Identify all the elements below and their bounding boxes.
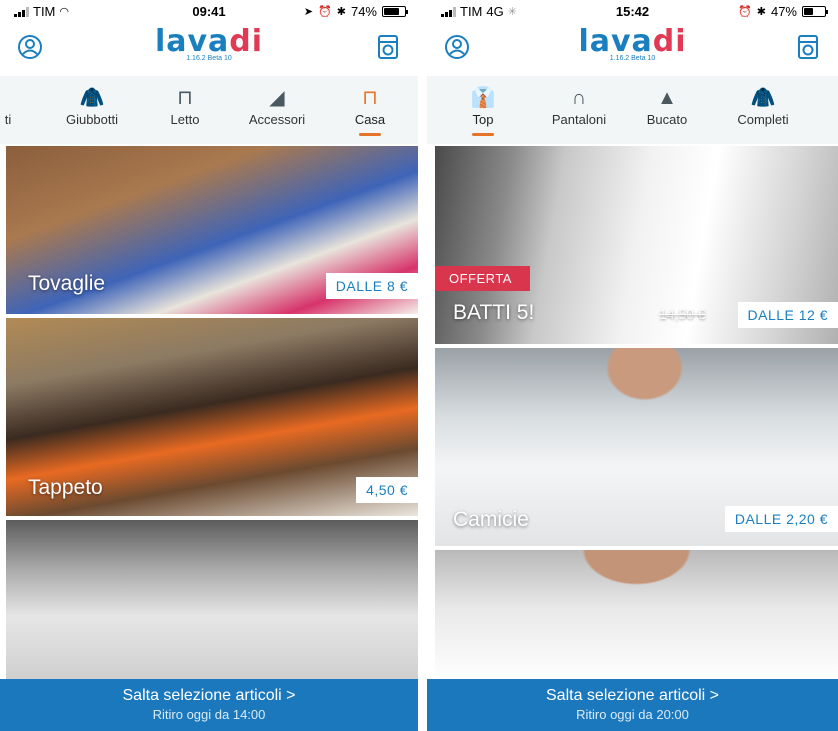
tab-label: ti (4, 112, 12, 127)
card-price: 4,50 € (356, 477, 418, 503)
tab-completi[interactable]: 🧥 Completi (725, 84, 801, 127)
app-version: 1.16.2 Beta 10 (186, 55, 232, 62)
skip-selection-button[interactable]: Salta selezione articoli > Ritiro oggi d… (427, 679, 838, 731)
battery-icon (802, 6, 828, 17)
shirt-icon: 👔 (470, 87, 496, 109)
tab-label: Giubbotti (65, 112, 119, 127)
active-tab-indicator (359, 133, 381, 136)
skip-selection-button[interactable]: Salta selezione articoli > Ritiro oggi d… (0, 679, 418, 731)
card-title: Camicie (453, 508, 529, 531)
tab-bucato[interactable]: ▲ Bucato (635, 84, 699, 127)
tab-pantaloni[interactable]: ∩ Pantaloni (539, 84, 619, 127)
battery-percent: 74% (350, 4, 377, 19)
tab-letto[interactable]: ⊓ Letto (150, 84, 220, 127)
category-card-tovaglie[interactable]: Tovaglie DALLE 8 € (6, 146, 418, 314)
status-right: ➤ ⏰ ✱ 74% (303, 4, 408, 19)
tab-label: Top (472, 112, 494, 127)
bluetooth-icon: ✱ (336, 6, 346, 18)
category-tabs: 👔 Top ∩ Pantaloni ▲ Bucato 🧥 Completi (427, 76, 838, 144)
category-tabs: ti 🧥 Giubbotti ⊓ Letto ◢ Accessori ⊓ Cas… (0, 76, 418, 144)
alarm-icon: ⏰ (318, 6, 332, 18)
tab-label: Completi (737, 112, 789, 127)
tab-label: Letto (170, 112, 200, 127)
nav-bar: lavadi 1.16.2 Beta 10 (427, 22, 838, 74)
skip-selection-label: Salta selezione articoli > (122, 687, 296, 704)
table-icon: ⊓ (362, 87, 378, 109)
app-logo: lavadi 1.16.2 Beta 10 (427, 24, 838, 62)
category-card-tappeto[interactable]: Tappeto 4,50 € (6, 318, 418, 516)
tab-label: Accessori (248, 112, 306, 127)
alarm-icon: ⏰ (738, 6, 752, 18)
logo-text-accent: di (652, 24, 687, 59)
bed-icon: ⊓ (177, 87, 193, 109)
partial-icon (0, 84, 18, 112)
tab-accessori[interactable]: ◢ Accessori (236, 84, 318, 127)
category-card-batti5[interactable]: OFFERTA BATTI 5! 14,50 € DALLE 12 € (435, 146, 838, 344)
app-logo: lavadi 1.16.2 Beta 10 (0, 24, 418, 62)
bluetooth-icon: ✱ (756, 6, 766, 18)
pickup-time: Ritiro oggi da 14:00 (152, 707, 266, 722)
status-right: ⏰ ✱ 47% (738, 4, 828, 19)
status-bar: TIM 4G ✳ 15:42 ⏰ ✱ 47% (427, 0, 838, 22)
pickup-time: Ritiro oggi da 20:00 (576, 707, 689, 722)
active-tab-indicator (472, 133, 494, 136)
bath-towels-photo (6, 520, 418, 680)
tab-partial[interactable]: ti (0, 84, 18, 127)
card-price: DALLE 2,20 € (724, 506, 838, 532)
offer-badge: OFFERTA (435, 266, 530, 291)
old-price: 14,50 € (659, 306, 706, 322)
tab-top[interactable]: 👔 Top (453, 84, 513, 136)
tie-icon: ◢ (269, 87, 285, 109)
logo-text-main: lava (578, 24, 653, 59)
washing-machine-icon[interactable] (794, 34, 822, 62)
tab-label: Bucato (646, 112, 688, 127)
tshirt-photo (435, 550, 838, 680)
tab-label: Pantaloni (551, 112, 607, 127)
battery-icon (382, 6, 408, 17)
category-card-tshirt[interactable] (435, 550, 838, 680)
skip-selection-label: Salta selezione articoli > (546, 687, 719, 704)
tab-label: Casa (354, 112, 386, 127)
tab-casa[interactable]: ⊓ Casa (340, 84, 400, 136)
card-title: Tappeto (28, 476, 103, 499)
screen-left: TIM ◠ 09:41 ➤ ⏰ ✱ 74% lavadi 1.16.2 Beta… (0, 0, 418, 731)
card-price: DALLE 8 € (325, 273, 418, 299)
tab-giubbotti[interactable]: 🧥 Giubbotti (52, 84, 132, 127)
trousers-icon: ∩ (571, 87, 587, 109)
category-card-spugne[interactable] (6, 520, 418, 680)
jacket-icon: 🧥 (79, 87, 105, 109)
screen-right: TIM 4G ✳ 15:42 ⏰ ✱ 47% lavadi 1.16.2 Bet… (427, 0, 838, 731)
logo-text-main: lava (154, 24, 230, 59)
suit-icon: 🧥 (750, 87, 776, 109)
nav-bar: lavadi 1.16.2 Beta 10 (0, 22, 418, 74)
logo-text-accent: di (229, 24, 264, 59)
battery-percent: 47% (770, 4, 797, 19)
status-bar: TIM ◠ 09:41 ➤ ⏰ ✱ 74% (0, 0, 418, 22)
app-version: 1.16.2 Beta 10 (609, 55, 656, 62)
card-title: BATTI 5! (453, 301, 535, 324)
category-card-camicie[interactable]: Camicie DALLE 2,20 € (435, 348, 838, 546)
location-icon: ➤ (303, 6, 314, 18)
laundry-bag-icon: ▲ (657, 87, 677, 109)
card-title: Tovaglie (28, 272, 106, 295)
card-price: DALLE 12 € (737, 302, 838, 328)
washing-machine-icon[interactable] (374, 34, 402, 62)
